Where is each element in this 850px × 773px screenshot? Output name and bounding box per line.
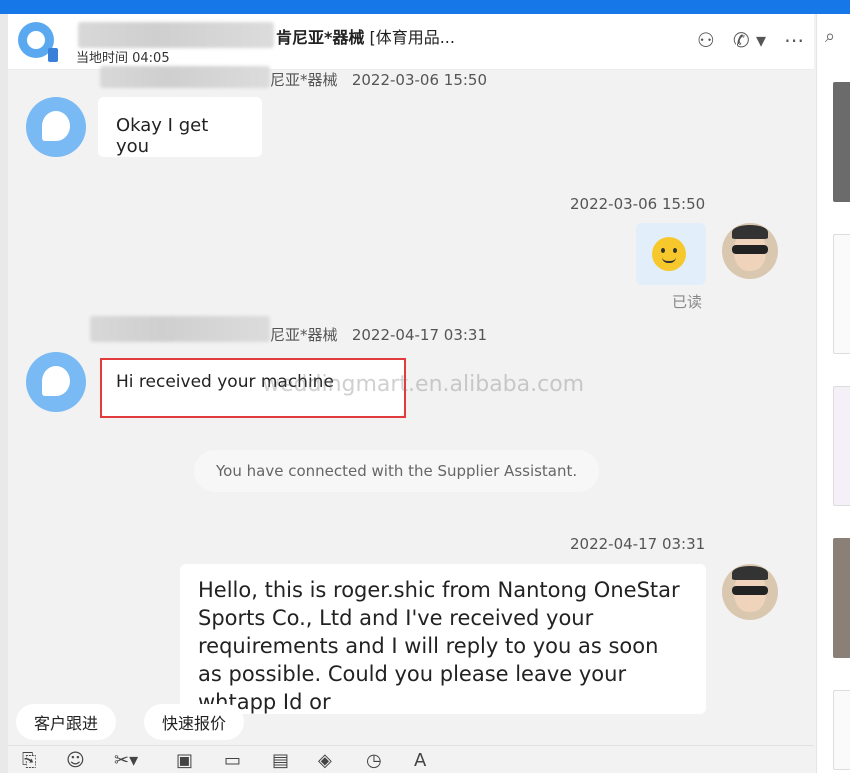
message-timestamp: 2022-04-17 03:31 xyxy=(570,535,706,553)
left-edge xyxy=(0,14,8,773)
quick-quote-button[interactable]: 快速报价 xyxy=(144,704,245,740)
title-bar xyxy=(0,0,850,14)
watermark: weddingmart.en.alibaba.com xyxy=(262,372,585,397)
message-text: Hello, this is roger.shic from Nantong O… xyxy=(198,578,680,714)
header-actions: ⚇ ✆ ▾ ⋯ xyxy=(697,28,804,52)
input-toolbar: ⎘ ☺ ✂▾ ▣ ▭ ▤ ◈ ◷ A xyxy=(8,745,814,773)
folder-icon[interactable]: ▭ xyxy=(224,750,241,771)
contact-avatar[interactable] xyxy=(26,352,86,412)
package-icon[interactable]: ◈ xyxy=(318,750,332,771)
phone-call-icon[interactable]: ✆ ▾ xyxy=(733,28,766,52)
contact-avatar[interactable] xyxy=(26,97,86,157)
smiley-emoji-icon xyxy=(652,237,686,271)
add-contact-icon[interactable]: ⚇ xyxy=(697,28,715,52)
emoji-bubble xyxy=(636,223,706,285)
product-thumbnail[interactable] xyxy=(833,386,850,506)
message-bubble: Hello, this is roger.shic from Nantong O… xyxy=(180,564,706,714)
attachment-icon[interactable]: ⎘ xyxy=(22,750,36,771)
read-status: 已读 xyxy=(672,293,703,311)
system-notice: You have connected with the Supplier Ass… xyxy=(194,450,600,492)
image-icon[interactable]: ▣ xyxy=(176,750,193,771)
chat-window: 肯尼亚*器械 [体育用品... 当地时间 04:05 ⚇ ✆ ▾ ⋯ 尼亚*器械… xyxy=(8,14,814,773)
search-icon[interactable]: ⌕ xyxy=(825,26,835,47)
message-sender: 尼亚*器械 2022-03-06 15:50 xyxy=(270,71,487,89)
chat-header: 肯尼亚*器械 [体育用品... 当地时间 04:05 ⚇ ✆ ▾ ⋯ xyxy=(8,14,814,70)
message-timestamp: 2022-03-06 15:50 xyxy=(570,195,706,213)
redacted-sender xyxy=(90,316,270,342)
product-thumbnail[interactable] xyxy=(833,690,850,770)
product-thumbnail[interactable] xyxy=(833,82,850,202)
scissors-icon[interactable]: ✂▾ xyxy=(114,750,138,771)
mobile-badge-icon xyxy=(48,48,58,62)
calculator-icon[interactable]: ▤ xyxy=(272,750,289,771)
clock-icon[interactable]: ◷ xyxy=(366,750,382,771)
message-bubble: Okay I get you xyxy=(98,97,262,157)
redacted-sender xyxy=(100,66,270,88)
user-avatar[interactable] xyxy=(722,223,778,279)
redacted-name xyxy=(78,22,274,48)
more-icon[interactable]: ⋯ xyxy=(784,28,804,52)
user-avatar[interactable] xyxy=(722,564,778,620)
emoji-icon[interactable]: ☺ xyxy=(66,750,85,771)
message-sender: 尼亚*器械 2022-04-17 03:31 xyxy=(270,326,487,344)
product-thumbnail[interactable] xyxy=(833,538,850,658)
text-icon[interactable]: A xyxy=(414,750,426,771)
right-panel: ⌕ xyxy=(816,14,850,773)
local-time: 当地时间 04:05 xyxy=(76,51,170,66)
contact-name: 肯尼亚*器械 [体育用品... xyxy=(276,28,455,47)
customer-followup-button[interactable]: 客户跟进 xyxy=(16,704,117,740)
product-thumbnail[interactable] xyxy=(833,234,850,354)
